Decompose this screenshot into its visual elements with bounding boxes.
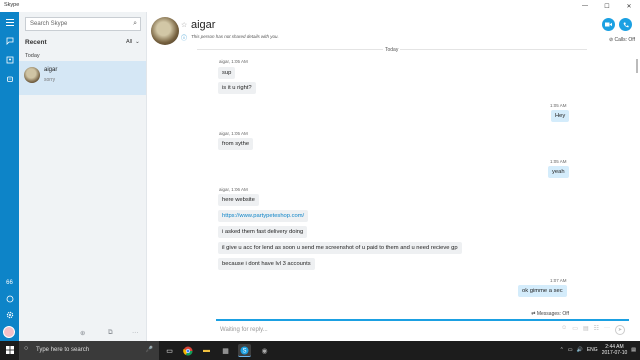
video-call-button[interactable] [602,18,615,31]
message-in[interactable]: from sythe [218,138,254,150]
left-rail: 66 [0,12,19,341]
search-icon: ○ [24,345,29,352]
minimize-button[interactable]: — [574,0,596,12]
network-icon[interactable]: ▭ [568,347,573,353]
bot-icon[interactable] [0,72,19,86]
day-separator-label: Today [383,47,401,53]
sidebar: Search Skype ⌕ Recent All ⌄ Today aigar s… [19,12,147,341]
chevron-down-icon: ⌄ [135,39,140,45]
microphone-icon[interactable]: 🎤 [146,346,153,353]
clock-date: 2017-07-10 [601,350,628,356]
send-button[interactable]: ➤ [615,325,625,335]
message-meta: 1:05 AM [550,103,567,108]
chat-panel: ☆ aigar ⓘ This person has not shared det… [147,12,640,341]
contact-card-icon[interactable]: ☷ [594,325,599,335]
window-titlebar: Skype — ☐ ✕ [0,0,640,12]
message-meta: aigar, 1:05 AM [219,131,248,136]
my-avatar[interactable] [3,326,15,338]
new-contact-icon[interactable]: ⊕ [80,329,85,337]
chevron-up-icon[interactable]: ⌃ [560,347,564,353]
composer-placeholder: Waiting for reply... [220,327,268,333]
conversation-name: aigar [44,67,58,73]
more-icon[interactable]: ··· [604,325,610,335]
contact-name[interactable]: aigar [191,19,215,31]
message-meta: aigar, 1:06 AM [219,187,248,192]
message-out[interactable]: yeah [548,166,569,178]
conversation-item[interactable]: aigar sorry [19,61,146,95]
search-placeholder: Search Skype [30,21,68,27]
emoji-icon[interactable]: ☺ [561,325,567,335]
task-view-icon[interactable]: ▭ [163,344,176,357]
image-icon[interactable]: ▭ [572,325,578,335]
message-in[interactable]: because i dont have lvl 3 accounts [218,258,315,270]
notifications-icon[interactable]: ▤ [631,347,636,353]
contact-avatar-large[interactable] [151,17,179,45]
contact-subtitle: This person has not shared details with … [191,34,279,39]
menu-icon[interactable] [0,15,19,29]
clock[interactable]: 2:44 AM 2017-07-10 [602,344,628,356]
calls-status: ⊘ Calls: Off [609,37,635,43]
more-options-icon[interactable]: ··· [132,329,139,336]
system-tray: ⌃ ▭ 🔊 ENG 2:44 AM 2017-07-10 ▤ [560,344,636,356]
message-in[interactable]: is it u right? [218,82,256,94]
window-title: Skype [4,2,20,8]
message-out[interactable]: ok gimme a sec [518,285,567,297]
chrome-icon[interactable] [181,344,194,357]
message-in[interactable]: i asked them fast delivery doing [218,226,308,238]
message-composer[interactable]: Waiting for reply... ☺ ▭ ▤ ☷ ··· ➤ [216,319,629,339]
app-icon[interactable]: ◉ [258,344,271,357]
message-in[interactable]: here website [218,194,259,206]
conversation-status: sorry [44,77,56,83]
skype-taskbar-icon[interactable]: S [238,344,251,357]
search-input[interactable]: Search Skype ⌕ [25,17,141,31]
search-icon: ⌕ [133,20,137,27]
favorite-star-icon[interactable]: ☆ [181,21,187,29]
windows-taskbar: ○ Type here to search 🎤 ▭ ▬ ▦ S ◉ ⌃ ▭ 🔊 … [0,341,640,360]
message-in[interactable]: sup [218,67,236,79]
dialpad-icon[interactable] [0,292,19,306]
message-meta: 1:07 AM [550,278,567,283]
taskbar-search-placeholder: Type here to search [36,347,90,353]
recent-heading: Recent [25,39,47,46]
windows-start-icon[interactable] [6,346,14,356]
volume-icon[interactable]: 🔊 [577,347,583,353]
messages-status: ⇄ Messages: Off [531,311,569,317]
sidebar-footer: ⊕ ⧉ ··· [19,327,146,341]
close-button[interactable]: ✕ [618,0,640,12]
svg-text:S: S [242,348,246,354]
composer-tools: ☺ ▭ ▤ ☷ ··· ➤ [561,325,625,335]
settings-icon[interactable] [0,308,19,322]
message-out[interactable]: Hey [551,110,570,122]
filter-label: All [126,39,133,45]
store-icon[interactable]: ▦ [219,344,232,357]
scrollbar[interactable] [636,59,638,73]
message-in[interactable]: il give u acc for lend as soon u send me… [218,242,462,254]
message-meta: 1:05 AM [550,159,567,164]
credit-icon[interactable]: 66 [0,276,19,290]
filter-dropdown[interactable]: All ⌄ [126,39,140,45]
website-link[interactable]: https://www.partypeteshop.com/ [222,213,304,219]
calls-status-text: Calls: Off [614,37,635,43]
message-link[interactable]: https://www.partypeteshop.com/ [218,210,309,222]
day-separator: Today [197,47,587,55]
window-controls: — ☐ ✕ [574,0,640,12]
contacts-icon[interactable] [0,53,19,67]
input-language[interactable]: ENG [587,347,598,353]
new-chat-icon[interactable]: ⧉ [108,329,113,337]
message-meta: aigar, 1:05 AM [219,59,248,64]
info-icon: ⓘ [181,36,188,42]
taskbar-search[interactable]: ○ Type here to search 🎤 [19,341,159,360]
file-icon[interactable]: ▤ [583,325,589,335]
messages-status-text: Messages: Off [536,311,569,317]
contact-avatar [24,67,40,83]
maximize-button[interactable]: ☐ [596,0,618,12]
section-today: Today [25,53,40,59]
file-explorer-icon[interactable]: ▬ [200,344,213,357]
chat-icon[interactable] [0,34,19,48]
message-list: Today aigar, 1:05 AM sup is it u right? … [147,47,640,319]
audio-call-button[interactable] [619,18,632,31]
